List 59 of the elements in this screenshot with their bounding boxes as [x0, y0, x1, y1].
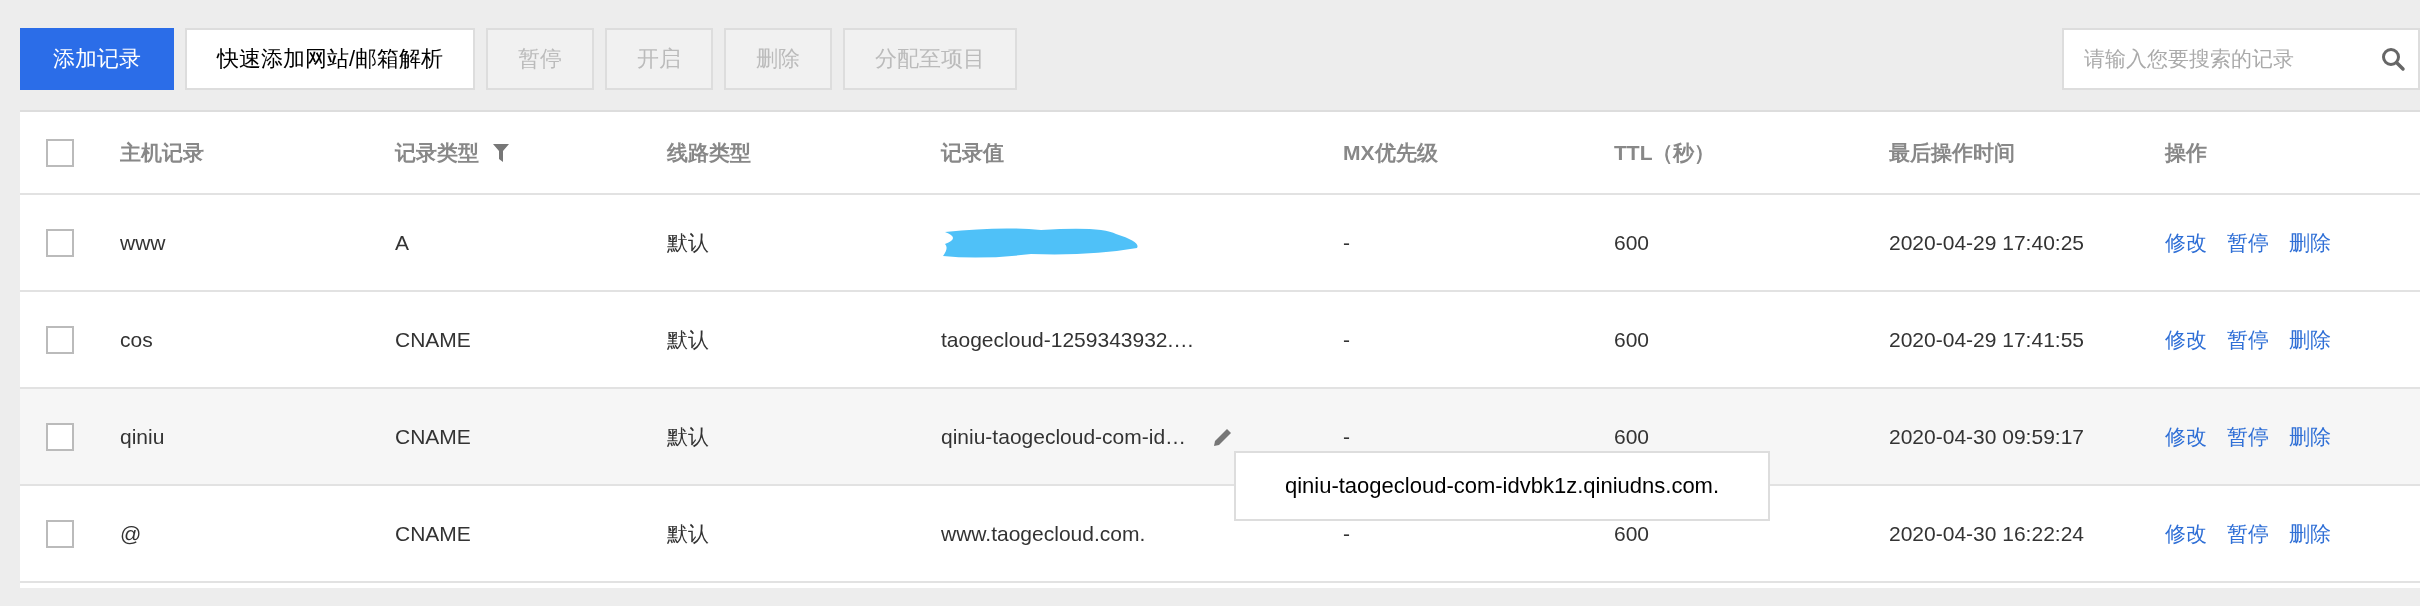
table-cell: 2020-04-29 17:40:25	[1889, 230, 2084, 255]
table-cell: CNAME	[395, 424, 471, 449]
filter-icon[interactable]	[493, 143, 509, 162]
column-header[interactable]: TTL（秒）	[1614, 138, 1716, 167]
action-link[interactable]: 删除	[2289, 519, 2331, 548]
table-cell: A	[395, 230, 409, 255]
table-cell: CNAME	[395, 521, 471, 546]
table-cell: CNAME	[395, 327, 471, 352]
checkbox[interactable]	[46, 422, 74, 451]
action-link[interactable]: 暂停	[2227, 422, 2269, 451]
action-link[interactable]: 删除	[2289, 325, 2331, 354]
table-cell: 2020-04-30 09:59:17	[1889, 424, 2084, 449]
table-cell: -	[1343, 230, 1350, 255]
table-cell: 600	[1614, 424, 1650, 449]
table-cell: @	[120, 521, 142, 546]
checkbox[interactable]	[46, 325, 74, 354]
action-link[interactable]: 删除	[2289, 422, 2331, 451]
column-header[interactable]: MX优先级	[1343, 138, 1438, 167]
table-cell: 2020-04-29 17:41:55	[1889, 327, 2084, 352]
checkbox[interactable]	[46, 138, 74, 167]
tooltip: qiniu-taogecloud-com-idvbk1z.qiniudns.com.	[1234, 451, 1770, 521]
toolbar-button[interactable]: 添加记录	[20, 28, 174, 90]
action-link[interactable]: 修改	[2165, 519, 2207, 548]
action-link[interactable]: 删除	[2289, 228, 2331, 257]
table-cell-text: 默认	[667, 423, 709, 450]
table-cell: taogecloud-1259343932.…	[941, 327, 1195, 352]
search-field[interactable]: 请输入您要搜索的记录	[2062, 28, 2420, 90]
table-cell: cos	[120, 327, 153, 352]
table-cell: 600	[1614, 327, 1650, 352]
column-header[interactable]: 记录值	[941, 138, 1004, 167]
checkbox[interactable]	[46, 228, 74, 257]
table-cell-text: 默认	[667, 229, 709, 256]
action-link[interactable]: 修改	[2165, 325, 2207, 354]
table-cell: -	[1343, 521, 1350, 546]
table-cell: 2020-04-30 16:22:24	[1889, 521, 2084, 546]
column-header[interactable]: 最后操作时间	[1889, 138, 2015, 167]
table-cell-text: 默认	[667, 326, 709, 353]
column-header[interactable]: 主机记录	[120, 138, 204, 167]
action-link[interactable]: 暂停	[2227, 228, 2269, 257]
search-icon	[2380, 46, 2406, 72]
table-row[interactable]: www A 默认 - 600 2020-04-29 17:40:25 修改 暂停 删除	[20, 195, 2420, 292]
checkbox[interactable]	[46, 519, 74, 548]
table-cell: www.taogecloud.com.	[941, 521, 1146, 546]
table-cell: 600	[1614, 521, 1650, 546]
action-link[interactable]: 修改	[2165, 228, 2207, 257]
action-link[interactable]: 修改	[2165, 422, 2207, 451]
column-header[interactable]: 记录类型	[395, 138, 509, 167]
table-cell: -	[1343, 327, 1350, 352]
action-link[interactable]: 暂停	[2227, 519, 2269, 548]
table-cell: -	[1343, 424, 1350, 449]
column-header[interactable]: 线路类型	[667, 138, 751, 167]
toolbar-button[interactable]: 快速添加网站/邮箱解析	[185, 28, 476, 90]
table-cell-text: 默认	[667, 520, 709, 547]
table-cell: www	[120, 230, 166, 255]
table-cell: qiniu-taogecloud-com-id…	[941, 424, 1187, 449]
action-link[interactable]: 暂停	[2227, 325, 2269, 354]
table-cell: 600	[1614, 230, 1650, 255]
column-header[interactable]: 操作	[2165, 138, 2207, 167]
table-cell: qiniu	[120, 424, 165, 449]
